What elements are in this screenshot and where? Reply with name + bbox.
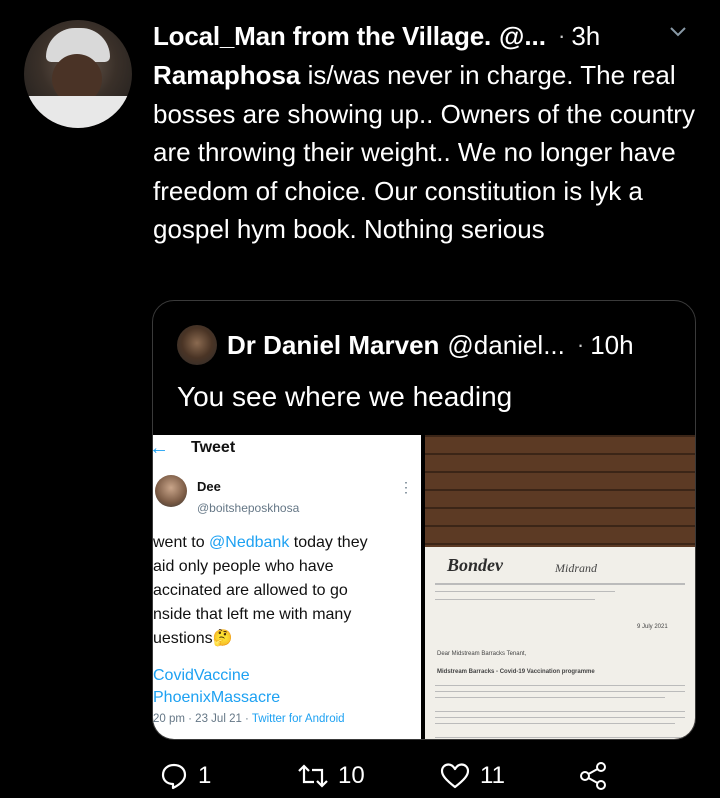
letter-text-line bbox=[435, 691, 685, 692]
tweet-time[interactable]: 3h bbox=[571, 21, 600, 52]
letter-document: Bondev Midrand 9 July 2021 Dear Midstrea… bbox=[425, 547, 695, 739]
screenshot-body-1: went to bbox=[153, 534, 210, 551]
retweet-button[interactable]: 10 bbox=[298, 758, 365, 794]
reply-button[interactable]: 1 bbox=[160, 758, 211, 794]
screenshot-meta-time: 20 pm · 23 Jul 21 · bbox=[153, 713, 252, 725]
tweet-text: Ramaphosa is/was never in charge. The re… bbox=[153, 56, 698, 249]
letter-subject: Midstream Barracks - Covid-19 Vaccinatio… bbox=[437, 669, 595, 675]
chevron-down-icon[interactable] bbox=[668, 22, 688, 42]
screenshot-handle: @boitsheposkhosa bbox=[197, 501, 300, 515]
screenshot-hashtags: CovidVaccine PhoenixMassacre bbox=[153, 667, 281, 706]
letter-text-line bbox=[435, 685, 685, 686]
back-arrow-icon: ← bbox=[153, 437, 169, 460]
share-button[interactable] bbox=[578, 758, 608, 794]
author-name[interactable]: Local_Man from the Village. bbox=[153, 21, 491, 52]
tweet-text-bold: Ramaphosa bbox=[153, 60, 301, 90]
heart-icon bbox=[440, 763, 470, 789]
more-icon: ⋮ bbox=[399, 479, 413, 495]
quoted-author-handle: @daniel... bbox=[447, 329, 565, 360]
screenshot-mention: @Nedbank bbox=[209, 534, 290, 551]
quoted-author-avatar bbox=[177, 325, 217, 365]
screenshot-title: Tweet bbox=[191, 439, 236, 456]
like-count: 11 bbox=[480, 762, 505, 789]
screenshot-avatar bbox=[155, 475, 187, 507]
tweet-header: Local_Man from the Village. @... · 3h bbox=[153, 18, 693, 54]
letter-text-line bbox=[435, 711, 685, 712]
retweet-icon bbox=[298, 764, 328, 788]
separator-dot: · bbox=[576, 332, 585, 357]
retweet-count: 10 bbox=[338, 762, 365, 789]
letter-rule bbox=[435, 583, 685, 585]
screenshot-name: Dee bbox=[197, 479, 221, 494]
avatar-shirt bbox=[24, 96, 132, 128]
letter-brand: Bondev bbox=[447, 555, 503, 575]
screenshot-body: went to @Nedbank today they aid only peo… bbox=[153, 531, 421, 651]
quoted-time: 10h bbox=[590, 329, 634, 360]
reply-count: 1 bbox=[198, 762, 212, 789]
tweet-actions: 1 10 11 bbox=[160, 758, 620, 794]
quoted-text: You see where we heading bbox=[177, 381, 513, 412]
letter-text-line bbox=[435, 723, 675, 724]
media-image-letter[interactable]: Bondev Midrand 9 July 2021 Dear Midstrea… bbox=[425, 435, 695, 739]
media-image-screenshot[interactable]: ← Tweet Dee @boitsheposkhosa ⋮ went to @… bbox=[153, 435, 421, 739]
quoted-header: Dr Daniel Marven @daniel... · 10h bbox=[227, 325, 634, 365]
share-icon bbox=[580, 762, 606, 790]
letter-rule bbox=[435, 599, 595, 600]
letter-text-line bbox=[435, 737, 685, 738]
letter-text-line bbox=[435, 717, 685, 718]
quoted-author-name: Dr Daniel Marven bbox=[227, 329, 440, 360]
letter-greeting: Dear Midstream Barracks Tenant, bbox=[437, 651, 527, 657]
screenshot-meta: 20 pm · 23 Jul 21 · Twitter for Android bbox=[153, 713, 345, 725]
letter-text-line bbox=[435, 697, 665, 698]
author-handle[interactable]: @... bbox=[499, 21, 546, 52]
screenshot-meta-client: Twitter for Android bbox=[251, 713, 345, 725]
author-avatar[interactable] bbox=[24, 20, 132, 128]
letter-date: 9 July 2021 bbox=[637, 624, 668, 630]
like-button[interactable]: 11 bbox=[440, 758, 505, 794]
reply-icon bbox=[161, 763, 187, 790]
quoted-tweet[interactable]: Dr Daniel Marven @daniel... · 10h You se… bbox=[152, 300, 696, 740]
letter-rule bbox=[435, 591, 615, 592]
separator-dot: · bbox=[558, 23, 566, 48]
letter-brand-sub: Midrand bbox=[555, 561, 597, 575]
